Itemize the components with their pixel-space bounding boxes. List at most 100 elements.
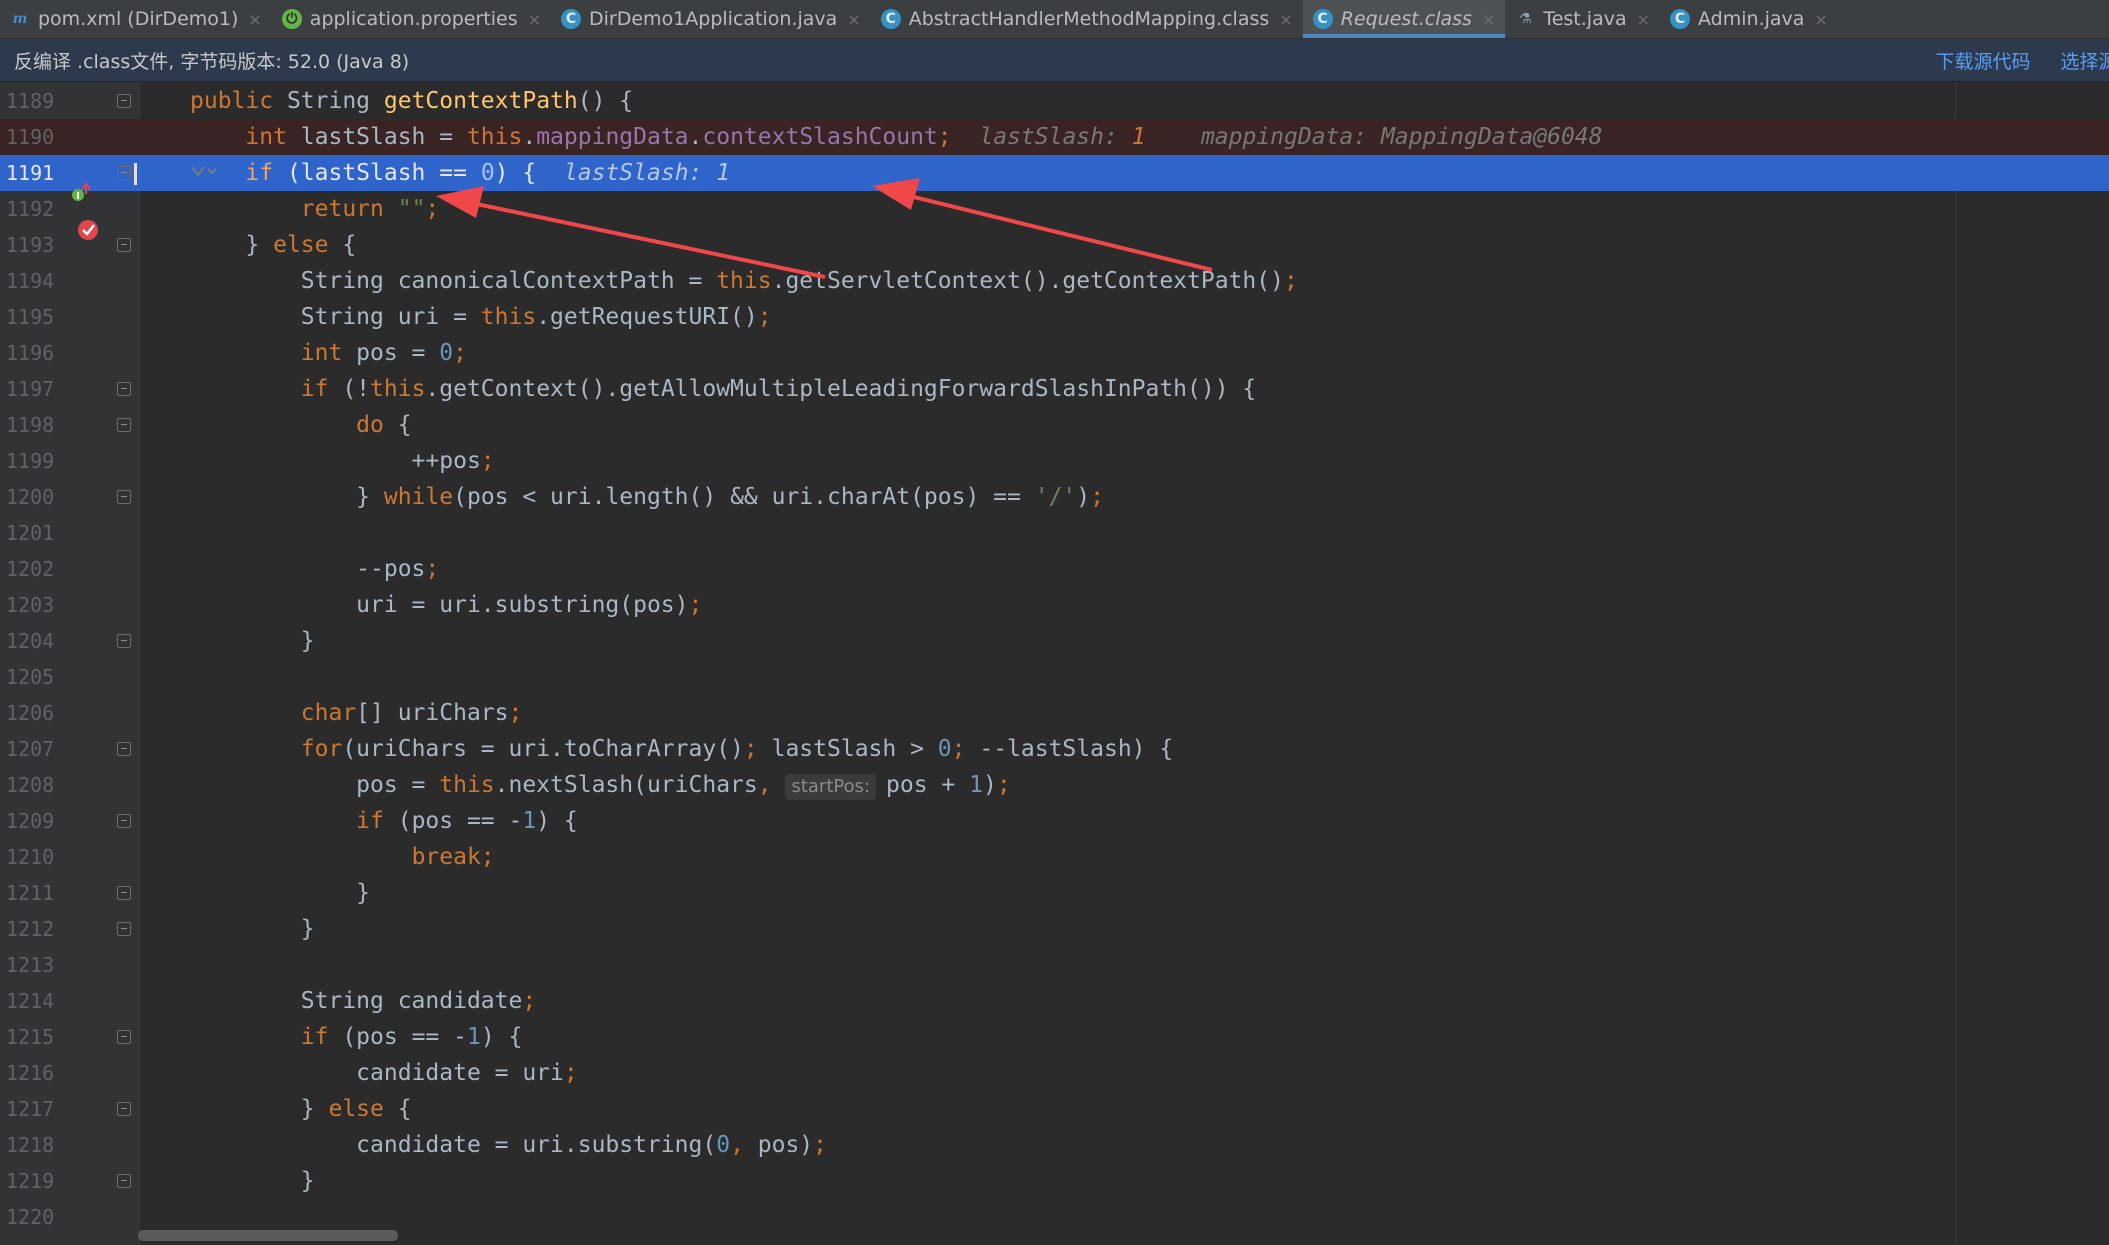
line-number[interactable]: 1219	[6, 1163, 54, 1199]
breakpoint-icon[interactable]	[76, 216, 102, 242]
tab-pom-xml-dirdemo1[interactable]: m pom.xml (DirDemo1) ×	[0, 0, 272, 38]
line-number[interactable]: 1196	[6, 335, 54, 371]
code-line[interactable]: 1207 for(uriChars = uri.toCharArray(); l…	[0, 731, 2109, 767]
line-number[interactable]: 1214	[6, 983, 54, 1019]
fold-marker-icon[interactable]	[117, 814, 131, 828]
code-text[interactable]: } while(pos < uri.length() && uri.charAt…	[190, 479, 1104, 515]
code-text[interactable]: public String getContextPath() {	[190, 83, 633, 119]
code-line[interactable]: 1204 }	[0, 623, 2109, 659]
code-line[interactable]: 1200 } while(pos < uri.length() && uri.c…	[0, 479, 2109, 515]
tab-dirdemo1application-java[interactable]: C DirDemo1Application.java ×	[551, 0, 871, 38]
code-line[interactable]: 1199 ++pos;	[0, 443, 2109, 479]
line-number[interactable]: 1206	[6, 695, 54, 731]
line-number[interactable]: 1218	[6, 1127, 54, 1163]
fold-marker-icon[interactable]	[117, 1102, 131, 1116]
override-marker-icon[interactable]: I	[70, 182, 92, 204]
code-line[interactable]: 1196 int pos = 0;	[0, 335, 2109, 371]
line-number[interactable]: 1204	[6, 623, 54, 659]
line-number[interactable]: 1210	[6, 839, 54, 875]
code-line[interactable]: 1210 break;	[0, 839, 2109, 875]
code-line[interactable]: 1211 }	[0, 875, 2109, 911]
line-number[interactable]: 1220	[6, 1199, 54, 1235]
horizontal-scrollbar-thumb[interactable]	[138, 1230, 398, 1241]
code-text[interactable]: do {	[190, 407, 411, 443]
code-line[interactable]: 1195 String uri = this.getRequestURI();	[0, 299, 2109, 335]
code-line[interactable]: 1198 do {	[0, 407, 2109, 443]
code-text[interactable]: } else {	[190, 227, 356, 263]
code-text[interactable]: break;	[190, 839, 495, 875]
download-source-link[interactable]: 下载源代码	[1936, 47, 2031, 74]
code-text[interactable]: --pos;	[190, 551, 439, 587]
line-number[interactable]: 1205	[6, 659, 54, 695]
code-text[interactable]: int lastSlash = this.mappingData.context…	[190, 119, 1602, 155]
fold-marker-icon[interactable]	[117, 922, 131, 936]
line-number[interactable]: 1216	[6, 1055, 54, 1091]
code-line[interactable]: 1214 String candidate;	[0, 983, 2109, 1019]
fold-marker-icon[interactable]	[117, 238, 131, 252]
fold-marker-icon[interactable]	[117, 418, 131, 432]
line-number[interactable]: 1217	[6, 1091, 54, 1127]
code-text[interactable]: pos = this.nextSlash(uriChars, startPos:…	[190, 767, 1011, 803]
choose-source-link[interactable]: 选择源 (	[2061, 47, 2109, 74]
code-text[interactable]: char[] uriChars;	[190, 695, 523, 731]
code-line[interactable]: 1194 String canonicalContextPath = this.…	[0, 263, 2109, 299]
inlay-lens-icon[interactable]	[190, 164, 218, 178]
tab-close-icon[interactable]: ×	[248, 10, 261, 29]
code-text[interactable]: }	[190, 623, 315, 659]
line-number[interactable]: 1211	[6, 875, 54, 911]
code-line[interactable]: 1192 return "";	[0, 191, 2109, 227]
fold-marker-icon[interactable]	[117, 166, 131, 180]
code-text[interactable]: }	[190, 1163, 315, 1199]
fold-marker-icon[interactable]	[117, 94, 131, 108]
line-number[interactable]: 1193	[6, 227, 54, 263]
code-line[interactable]: 1218 candidate = uri.substring(0, pos);	[0, 1127, 2109, 1163]
code-text[interactable]: }	[190, 875, 370, 911]
tab-close-icon[interactable]: ×	[1279, 10, 1292, 29]
code-text[interactable]: return "";	[190, 191, 440, 227]
code-line[interactable]: 1206 char[] uriChars;	[0, 695, 2109, 731]
fold-marker-icon[interactable]	[117, 1174, 131, 1188]
code-line[interactable]: 1217 } else {	[0, 1091, 2109, 1127]
line-number[interactable]: 1197	[6, 371, 54, 407]
tab-abstracthandlermethodmapping-class[interactable]: C AbstractHandlerMethodMapping.class ×	[871, 0, 1303, 38]
line-number[interactable]: 1208	[6, 767, 54, 803]
code-line[interactable]: 1197 if (!this.getContext().getAllowMult…	[0, 371, 2109, 407]
line-number[interactable]: 1200	[6, 479, 54, 515]
code-line[interactable]: 1190 int lastSlash = this.mappingData.co…	[0, 119, 2109, 155]
line-number[interactable]: 1207	[6, 731, 54, 767]
line-number[interactable]: 1201	[6, 515, 54, 551]
code-line[interactable]: 1191 if (lastSlash == 0) { lastSlash: 1	[0, 155, 2109, 191]
line-number[interactable]: 1191	[6, 155, 54, 191]
code-line[interactable]: 1216 candidate = uri;	[0, 1055, 2109, 1091]
code-line[interactable]: 1193 } else {	[0, 227, 2109, 263]
tab-close-icon[interactable]: ×	[528, 10, 541, 29]
code-line[interactable]: 1208 pos = this.nextSlash(uriChars, star…	[0, 767, 2109, 803]
tab-close-icon[interactable]: ×	[1637, 10, 1650, 29]
code-text[interactable]: ++pos;	[190, 443, 495, 479]
fold-marker-icon[interactable]	[117, 742, 131, 756]
code-line[interactable]: 1213	[0, 947, 2109, 983]
fold-marker-icon[interactable]	[117, 634, 131, 648]
code-text[interactable]: candidate = uri;	[190, 1055, 578, 1091]
code-line[interactable]: 1215 if (pos == -1) {	[0, 1019, 2109, 1055]
line-number[interactable]: 1215	[6, 1019, 54, 1055]
tab-request-class[interactable]: C Request.class ×	[1302, 0, 1506, 38]
line-number[interactable]: 1189	[6, 83, 54, 119]
line-number[interactable]: 1203	[6, 587, 54, 623]
fold-marker-icon[interactable]	[117, 886, 131, 900]
code-line[interactable]: 1212 }	[0, 911, 2109, 947]
fold-marker-icon[interactable]	[117, 1030, 131, 1044]
tab-close-icon[interactable]: ×	[847, 10, 860, 29]
line-number[interactable]: 1202	[6, 551, 54, 587]
fold-marker-icon[interactable]	[117, 382, 131, 396]
code-text[interactable]: if (pos == -1) {	[190, 803, 578, 839]
code-line[interactable]: 1189 public String getContextPath() {	[0, 83, 2109, 119]
line-number[interactable]: 1194	[6, 263, 54, 299]
code-line[interactable]: 1201	[0, 515, 2109, 551]
code-text[interactable]: if (!this.getContext().getAllowMultipleL…	[190, 371, 1256, 407]
code-line[interactable]: 1205	[0, 659, 2109, 695]
code-text[interactable]: if (lastSlash == 0) { lastSlash: 1	[190, 155, 730, 191]
line-number[interactable]: 1212	[6, 911, 54, 947]
line-number[interactable]: 1190	[6, 119, 54, 155]
tab-application-properties[interactable]: ⏻ application.properties ×	[272, 0, 551, 38]
